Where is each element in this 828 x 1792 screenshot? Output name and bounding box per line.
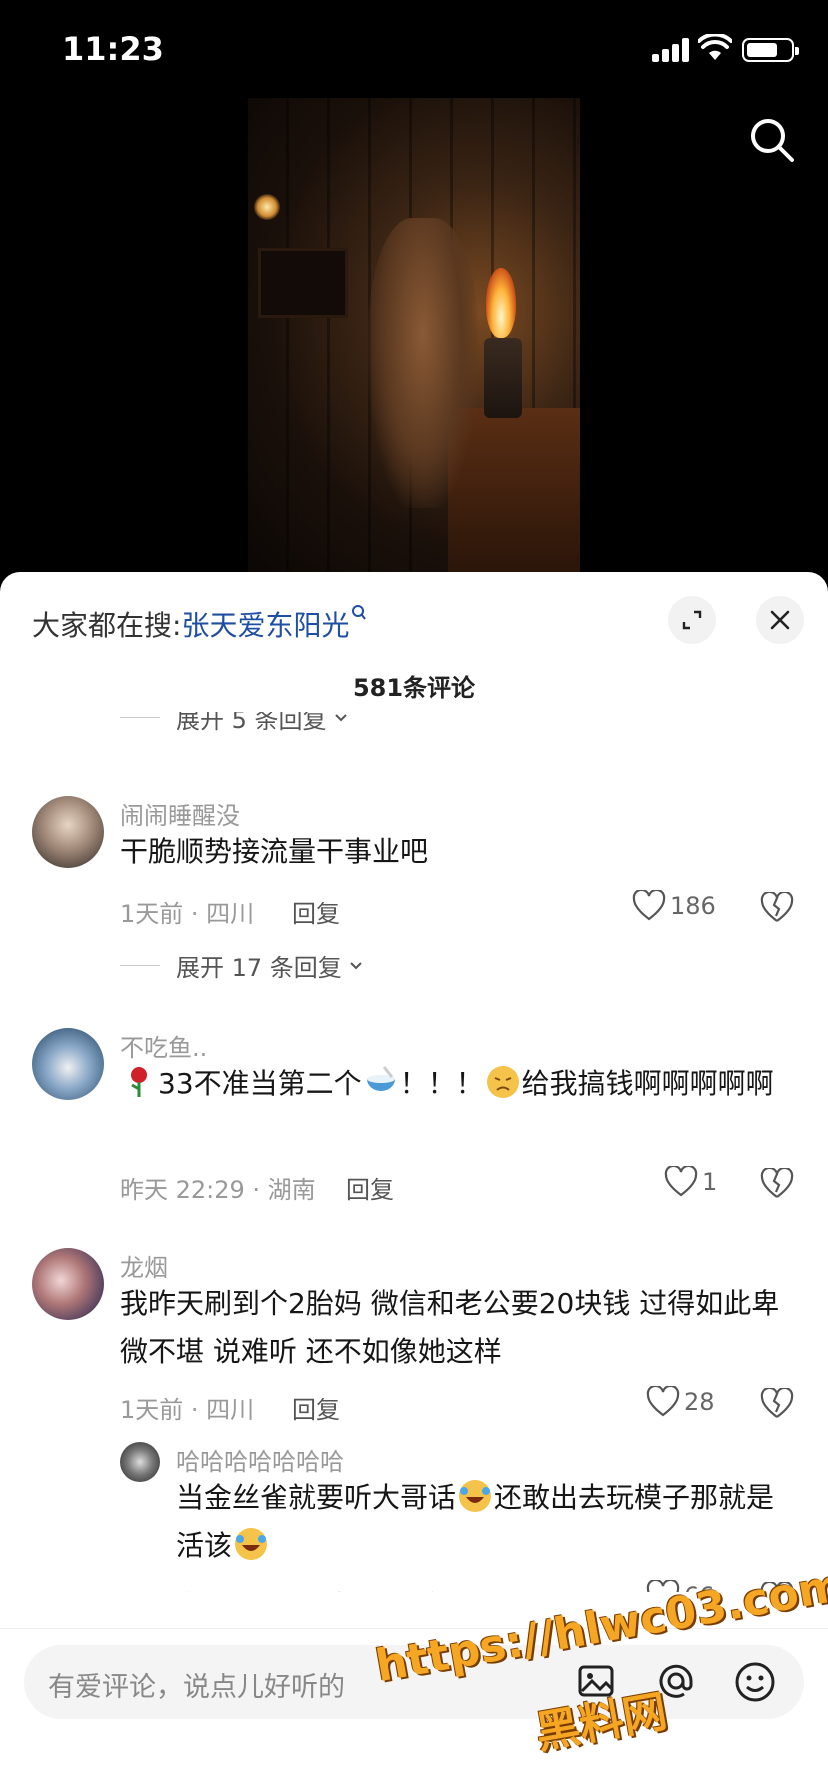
reply-text: 当金丝雀就要听大哥话 还敢出去玩模子那就是活该 [176, 1480, 775, 1562]
like-button[interactable]: 28 [646, 1386, 715, 1418]
avatar[interactable] [32, 1028, 104, 1100]
broken-heart-icon[interactable] [760, 892, 794, 924]
expand-icon [682, 610, 702, 630]
broken-heart-icon[interactable] [760, 1168, 794, 1200]
heart-icon [646, 1386, 680, 1417]
search-icon[interactable] [748, 116, 796, 164]
broken-heart-icon[interactable] [760, 1388, 794, 1420]
comment-username[interactable]: 龙烟 [120, 1248, 168, 1283]
comment-text: 我昨天刷到个2胎妈 微信和老公要20块钱 过得如此卑微不堪 说难听 还不如像她这… [120, 1287, 780, 1368]
emoji-icon[interactable] [734, 1661, 776, 1703]
comment-time-location: 1天前 · 四川 [120, 900, 255, 928]
reply-button[interactable]: 回复 [292, 894, 340, 929]
image-icon[interactable] [576, 1661, 616, 1701]
hot-search-keyword[interactable]: 张天爱东阳光 [181, 609, 349, 642]
expand-replies-button[interactable]: 展开 17 条回复 [120, 948, 364, 983]
comment-sheet: 大家都在搜:张天爱东阳光 581条评论 展开 5 条回复 闹闹睡醒没 干脆顺势接… [0, 572, 828, 1792]
reply-username[interactable]: 哈哈哈哈哈哈哈 [176, 1442, 344, 1477]
comment-time-location: 昨天 22:29 · 湖南 [120, 1176, 316, 1204]
comment-input-placeholder: 有爱评论，说点儿好听的 [48, 1672, 345, 1703]
wifi-icon [698, 34, 732, 60]
laugh-cry-emoji [459, 1480, 492, 1512]
heart-icon [646, 1580, 680, 1592]
at-icon[interactable] [656, 1661, 696, 1701]
reply-button[interactable]: 回复 [346, 1170, 394, 1205]
expand-button[interactable] [668, 596, 716, 644]
battery-icon [742, 38, 799, 62]
avatar[interactable] [120, 1442, 160, 1482]
comment-list[interactable]: 展开 5 条回复 闹闹睡醒没 干脆顺势接流量干事业吧 1天前 · 四川 回复 1… [0, 712, 828, 1592]
hot-search-bar[interactable]: 大家都在搜:张天爱东阳光 [32, 604, 367, 644]
comment-text: 33不准当第二个！！！ 给我搞钱啊啊啊啊啊 [120, 1060, 800, 1108]
like-button[interactable]: 186 [632, 890, 716, 922]
sad-emoji [486, 1066, 519, 1098]
avatar[interactable] [32, 1248, 104, 1320]
comment-username[interactable]: 不吃鱼.. [120, 1028, 207, 1063]
like-button[interactable]: 1 [664, 1166, 717, 1198]
heart-icon [632, 890, 666, 921]
like-count: 1 [702, 1168, 718, 1196]
laugh-cry-emoji [235, 1528, 268, 1560]
expand-replies-button[interactable]: 展开 5 条回复 [120, 712, 349, 735]
reply-button[interactable]: 回复 [292, 1390, 340, 1425]
bowl-emoji [366, 1066, 395, 1091]
chevron-down-icon [350, 961, 362, 969]
like-count: 28 [684, 1388, 715, 1416]
chevron-down-icon [334, 713, 347, 721]
reply-button[interactable]: 回复 [402, 1584, 450, 1592]
expand-replies-label: 展开 5 条回复 [176, 712, 327, 734]
close-icon [770, 610, 790, 630]
comment-input-bar: 有爱评论，说点儿好听的 [0, 1628, 828, 1792]
search-icon [352, 605, 367, 620]
reply-time-location: 昨天 00:32 · 陕西 [176, 1584, 372, 1592]
comment-username[interactable]: 闹闹睡醒没 [120, 796, 240, 831]
status-bar: 11:23 [0, 0, 828, 100]
status-time: 11:23 [62, 30, 164, 68]
like-button[interactable]: 66 [646, 1580, 715, 1592]
hot-search-label: 大家都在搜: [32, 609, 182, 642]
rose-emoji [131, 1067, 147, 1097]
heart-icon [664, 1166, 698, 1197]
comment-time-location: 1天前 · 四川 [120, 1396, 255, 1424]
close-button[interactable] [756, 596, 804, 644]
avatar[interactable] [32, 796, 104, 868]
comment-text: 干脆顺势接流量干事业吧 [120, 835, 429, 868]
cellular-signal-icon [652, 38, 692, 62]
like-count: 66 [684, 1582, 715, 1592]
video-player[interactable] [248, 98, 580, 572]
broken-heart-icon[interactable] [760, 1582, 794, 1592]
like-count: 186 [670, 892, 716, 920]
comment-count: 581条评论 [352, 674, 476, 702]
expand-replies-label: 展开 17 条回复 [176, 954, 342, 982]
